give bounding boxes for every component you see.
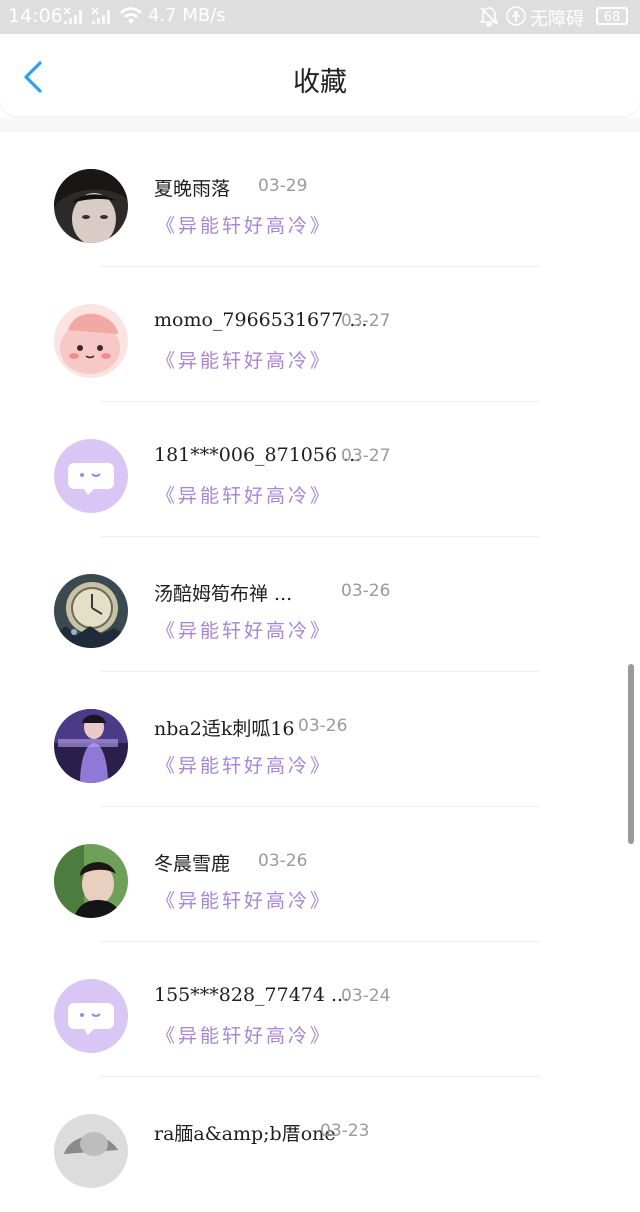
- clock-avatar-icon: [54, 574, 128, 648]
- signal-icon: [62, 6, 88, 31]
- page-title: 收藏: [293, 67, 347, 98]
- list-item[interactable]: momo_7966531677 ... 03-27 《异能轩好高冷》: [0, 267, 640, 402]
- battery-indicator: 68: [596, 7, 628, 25]
- signal-icon: [90, 6, 116, 31]
- favorites-list: 夏晚雨落 03-29 《异能轩好高冷》 momo_7966531677 ... …: [0, 132, 640, 1212]
- photo-boy-avatar-icon: [54, 169, 128, 243]
- user-name: 夏晚雨落: [154, 178, 231, 200]
- book-title-link[interactable]: 《异能轩好高冷》: [156, 346, 332, 373]
- wifi-icon: [118, 6, 144, 31]
- purple-photo-avatar-icon: [54, 709, 128, 783]
- status-time: 14:06: [8, 5, 63, 27]
- chat-bubble-icon: [54, 979, 128, 1053]
- book-title-link[interactable]: 《异能轩好高冷》: [156, 211, 332, 238]
- list-item[interactable]: ra腼a&amp;b厝one 03-23: [0, 1077, 640, 1212]
- user-name: 冬晨雪鹿: [154, 853, 231, 875]
- pink-cartoon-avatar-icon: [54, 304, 128, 378]
- list-item[interactable]: 汤醅姆筍布禅 ... 03-26 《异能轩好高冷》: [0, 537, 640, 672]
- accessibility-label: 无障碍: [530, 9, 584, 30]
- list-item[interactable]: 冬晨雪鹿 03-26 《异能轩好高冷》: [0, 807, 640, 942]
- user-name: ra腼a&amp;b厝one: [154, 1123, 336, 1145]
- avatar[interactable]: [54, 169, 128, 243]
- list-item[interactable]: nba2适k刺呱16 03-26 《异能轩好高冷》: [0, 672, 640, 807]
- scrollbar[interactable]: [628, 664, 634, 844]
- chat-bubble-icon: [54, 439, 128, 513]
- book-title-link[interactable]: 《异能轩好高冷》: [156, 886, 332, 913]
- favorite-date: 03-27: [341, 446, 391, 466]
- avatar[interactable]: [54, 304, 128, 378]
- favorite-date: 03-24: [341, 986, 391, 1006]
- user-name: 181***006_871056 ...: [154, 444, 362, 466]
- favorite-date: 03-26: [258, 851, 308, 871]
- status-bar: 14:06 4.7 MB/s 无障碍 68: [0, 0, 640, 34]
- list-item[interactable]: 155***828_77474 ... 03-24 《异能轩好高冷》: [0, 942, 640, 1077]
- favorite-date: 03-26: [298, 716, 348, 736]
- header-spacer: [0, 118, 640, 132]
- user-name: nba2适k刺呱16: [154, 718, 295, 740]
- avatar[interactable]: [54, 439, 128, 513]
- avatar[interactable]: [54, 709, 128, 783]
- avatar[interactable]: [54, 1114, 128, 1188]
- book-title-link[interactable]: 《异能轩好高冷》: [156, 751, 332, 778]
- photo-man-avatar-icon: [54, 844, 128, 918]
- favorite-date: 03-29: [258, 176, 308, 196]
- user-name: momo_7966531677 ...: [154, 309, 368, 331]
- list-item[interactable]: 181***006_871056 ... 03-27 《异能轩好高冷》: [0, 402, 640, 537]
- user-name: 汤醅姆筍布禅 ...: [154, 583, 293, 605]
- user-name: 155***828_77474 ...: [154, 984, 350, 1006]
- list-item[interactable]: 夏晚雨落 03-29 《异能轩好高冷》: [0, 132, 640, 267]
- top-bar: 收藏: [0, 34, 640, 116]
- book-title-link[interactable]: 《异能轩好高冷》: [156, 616, 332, 643]
- favorite-date: 03-23: [320, 1121, 370, 1141]
- avatar[interactable]: [54, 574, 128, 648]
- photo-avatar-icon: [54, 1114, 128, 1188]
- mute-bell-icon: [478, 5, 500, 32]
- avatar[interactable]: [54, 844, 128, 918]
- network-speed: 4.7 MB/s: [148, 5, 226, 26]
- book-title-link[interactable]: 《异能轩好高冷》: [156, 481, 332, 508]
- favorite-date: 03-26: [341, 581, 391, 601]
- favorite-date: 03-27: [341, 311, 391, 331]
- avatar[interactable]: [54, 979, 128, 1053]
- book-title-link[interactable]: 《异能轩好高冷》: [156, 1021, 332, 1048]
- accessibility-icon: [505, 5, 527, 32]
